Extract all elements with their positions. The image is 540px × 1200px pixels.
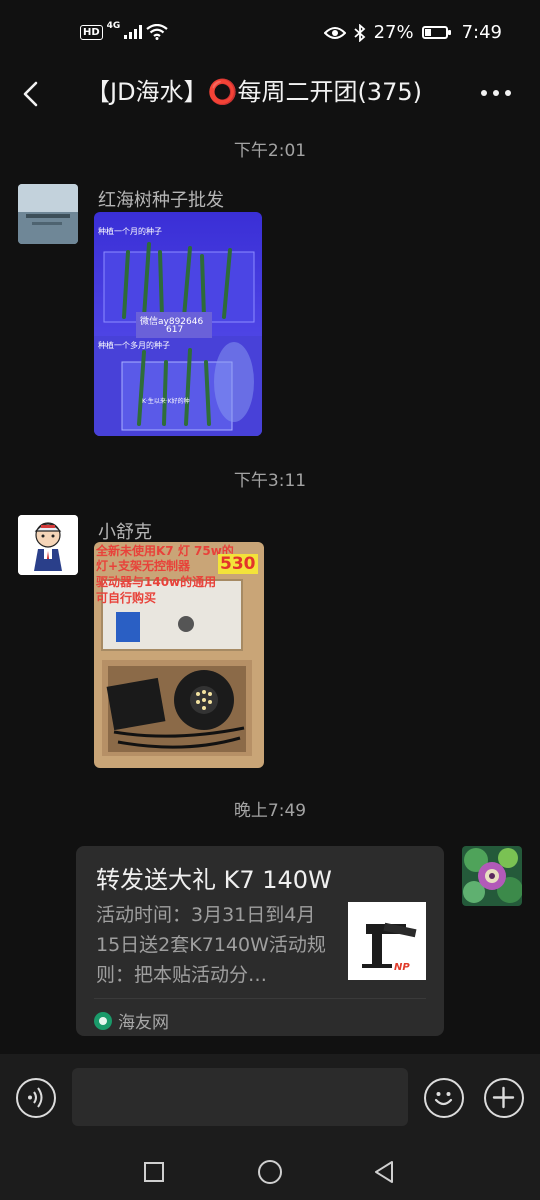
card-title: 转发送大礼 K7 140W [96, 866, 332, 894]
sender-name: 小舒克 [98, 522, 152, 543]
plus-icon [492, 1086, 515, 1109]
bluetooth-icon [353, 23, 365, 42]
emoji-icon [434, 1092, 453, 1106]
plus-button[interactable] [484, 1078, 524, 1118]
sender-name: 红海树种子批发 [98, 190, 224, 211]
status-right: 27% 7:49 [323, 22, 502, 43]
input-bar [0, 1054, 540, 1144]
source-logo-icon [94, 1011, 112, 1030]
triangle-back-icon [375, 1161, 393, 1183]
chat-title: 【JD海水】⭕每周二开团(375) [86, 78, 422, 106]
image-caption: K·生以来·K好的种 [142, 398, 190, 405]
my-avatar[interactable] [462, 846, 522, 906]
link-card-message[interactable]: 转发送大礼 K7 140W 活动时间：3月31日到4月15日送2套K7140W活… [76, 846, 444, 1036]
nav-back-button[interactable] [370, 1158, 398, 1186]
avatar[interactable] [18, 515, 78, 575]
image-caption: 种植一个月的种子 [98, 227, 162, 236]
back-button[interactable] [14, 76, 50, 112]
eye-icon [323, 26, 346, 39]
sea-photo-avatar [18, 184, 78, 244]
circle-home-icon [258, 1160, 282, 1184]
card-description: 活动时间：3月31日到4月15日送2套K7140W活动规则：把本贴活动分… [96, 904, 326, 986]
clock: 7:49 [461, 22, 502, 43]
square-recents-icon [144, 1162, 164, 1182]
timestamp: 下午3:11 [233, 471, 307, 491]
voice-button[interactable] [16, 1078, 56, 1118]
recents-button[interactable] [140, 1158, 168, 1186]
voice-icon [28, 1087, 43, 1108]
lamp-product-image [348, 902, 426, 980]
avatar[interactable] [18, 184, 78, 244]
card-thumbnail: NP [348, 902, 426, 980]
image-caption: 可自行购买 [96, 591, 157, 605]
timestamp: 晚上7:49 [233, 801, 307, 821]
more-button[interactable] [476, 78, 516, 108]
home-button[interactable] [256, 1158, 284, 1186]
card-source: 海友网 [94, 1008, 169, 1033]
chat-header: 【JD海水】⭕每周二开团(375) [0, 68, 540, 118]
wifi-icon [146, 24, 169, 40]
timestamp: 下午2:01 [233, 141, 307, 161]
image-caption: 灯+支架无控制器 [96, 559, 191, 573]
np-logo: NP [394, 962, 410, 973]
back-arrow-icon [23, 81, 38, 107]
image-message[interactable]: 全新未使用K7 灯 75w的 灯+支架无控制器 530 驱动器与140w的通用 … [94, 542, 264, 768]
battery-fill [424, 29, 431, 36]
image-message[interactable]: 种植一个月的种子 微信ay892646 617 种植一个多月的种子 K·生以来·… [94, 212, 262, 436]
image-caption: 驱动器与140w的通用 [96, 575, 217, 589]
message-input[interactable] [72, 1068, 408, 1126]
battery-icon [421, 26, 451, 39]
cartoon-avatar [18, 515, 78, 575]
image-caption: 617 [166, 325, 184, 335]
image-caption: 种植一个多月的种子 [98, 341, 170, 350]
system-nav-bar [0, 1144, 540, 1200]
battery-percent: 27% [373, 22, 414, 43]
card-divider [94, 998, 426, 999]
network-label: 4G [106, 21, 121, 31]
signal-icon [124, 25, 143, 39]
coral-avatar [462, 846, 522, 906]
hd-badge-icon: HD [80, 24, 103, 40]
price-tag: 530 [218, 554, 258, 574]
more-icon [481, 90, 511, 96]
emoji-button[interactable] [424, 1078, 464, 1118]
status-bar: HD 4G 27% 7:49 [0, 0, 540, 68]
card-source-name: 海友网 [118, 1013, 169, 1033]
status-left: HD 4G [80, 21, 169, 40]
